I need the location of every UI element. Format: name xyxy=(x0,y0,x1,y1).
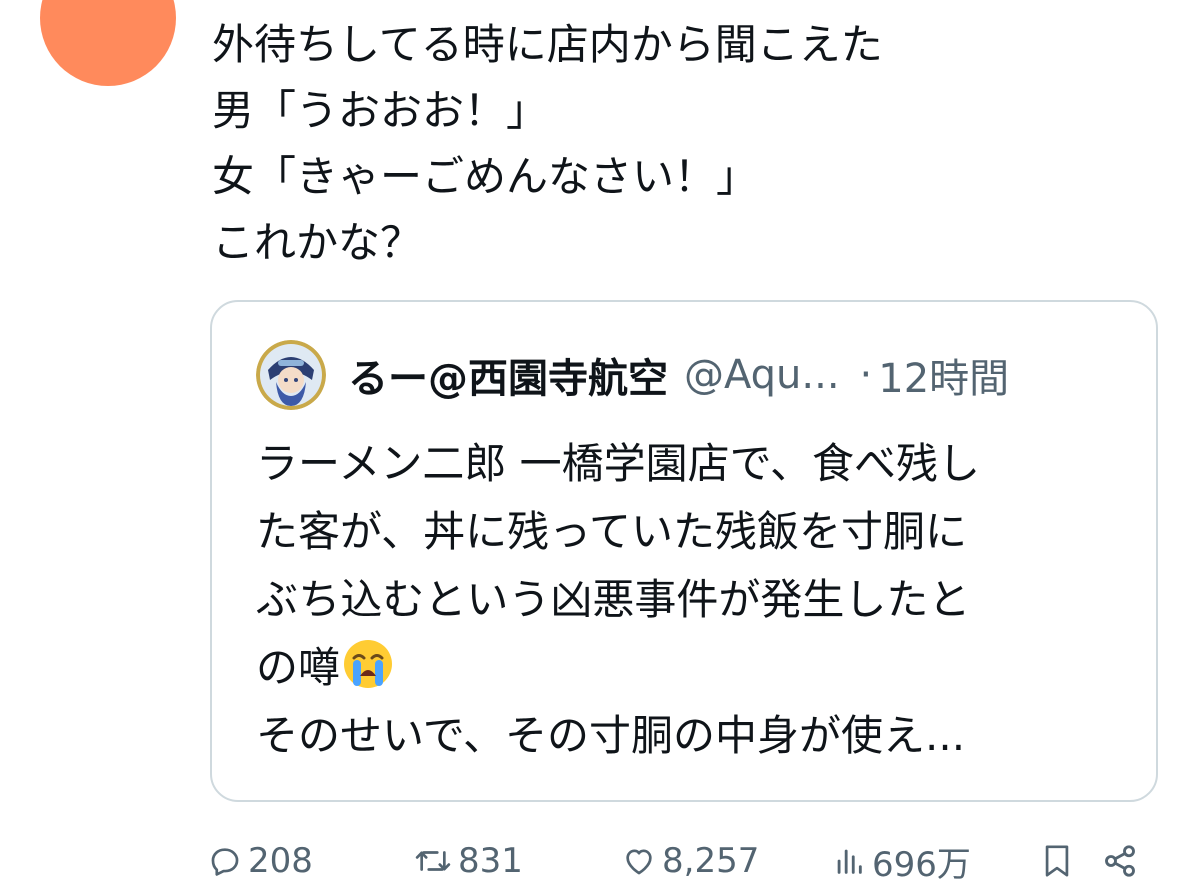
like-button[interactable]: 8,257 xyxy=(622,836,759,886)
reply-icon xyxy=(211,848,239,876)
quoted-line-with-emoji: の噂 xyxy=(256,634,1136,702)
quoted-author-handle[interactable]: @Aqu... xyxy=(684,352,840,398)
separator-dot: · xyxy=(859,352,873,398)
reply-button[interactable]: 208 xyxy=(208,836,313,886)
quoted-line: そのせいで、その寸胴の中身が使え... xyxy=(256,711,966,760)
views-count: 696万 xyxy=(872,844,971,885)
repost-icon xyxy=(415,851,451,871)
share-button[interactable] xyxy=(1102,836,1138,886)
like-count: 8,257 xyxy=(662,841,760,881)
quoted-line: ぶち込むという凶悪事件が発生したと xyxy=(256,575,971,624)
post-text: 外待ちしてる時に店内から聞こえた 男「うおおお！」 女「きゃーごめんなさい！」 … xyxy=(212,12,1172,276)
loudly-crying-face-icon xyxy=(344,640,393,688)
post-line: 外待ちしてる時に店内から聞こえた xyxy=(212,20,883,69)
author-avatar[interactable] xyxy=(40,0,176,86)
quoted-author-avatar[interactable] xyxy=(256,340,326,410)
bookmark-icon xyxy=(1045,845,1069,877)
like-icon xyxy=(626,849,652,875)
views-icon xyxy=(837,849,862,874)
quoted-post-card[interactable]: るー@西園寺航空 @Aqu... · 12時間 ラーメン二郎 一橋学園店で、食べ… xyxy=(210,300,1158,802)
repost-count: 831 xyxy=(458,841,523,881)
quoted-post-text: ラーメン二郎 一橋学園店で、食べ残し た客が、丼に残っていた残飯を寸胴に ぶち込… xyxy=(256,430,1136,770)
bookmark-button[interactable] xyxy=(1040,836,1074,886)
post-line: 男「うおおお！」 xyxy=(212,86,549,135)
post-line: これかな？ xyxy=(212,218,423,267)
share-icon xyxy=(1105,845,1135,877)
repost-button[interactable]: 831 xyxy=(414,836,523,886)
quoted-post-header: るー@西園寺航空 @Aqu... · 12時間 xyxy=(256,338,1120,412)
quoted-line: た客が、丼に残っていた残飯を寸胴に xyxy=(256,507,968,556)
reply-count: 208 xyxy=(248,841,313,881)
quoted-author-name[interactable]: るー@西園寺航空 xyxy=(348,346,668,404)
action-bar: 208 831 8,257 696万 xyxy=(208,836,1148,886)
quoted-line: の噂 xyxy=(256,643,341,692)
post-line: 女「きゃーごめんなさい！」 xyxy=(212,152,759,201)
views-button[interactable]: 696万 xyxy=(832,836,971,886)
quoted-line: ラーメン二郎 一橋学園店で、食べ残し xyxy=(256,439,980,488)
quoted-post-time[interactable]: 12時間 xyxy=(878,346,1009,404)
